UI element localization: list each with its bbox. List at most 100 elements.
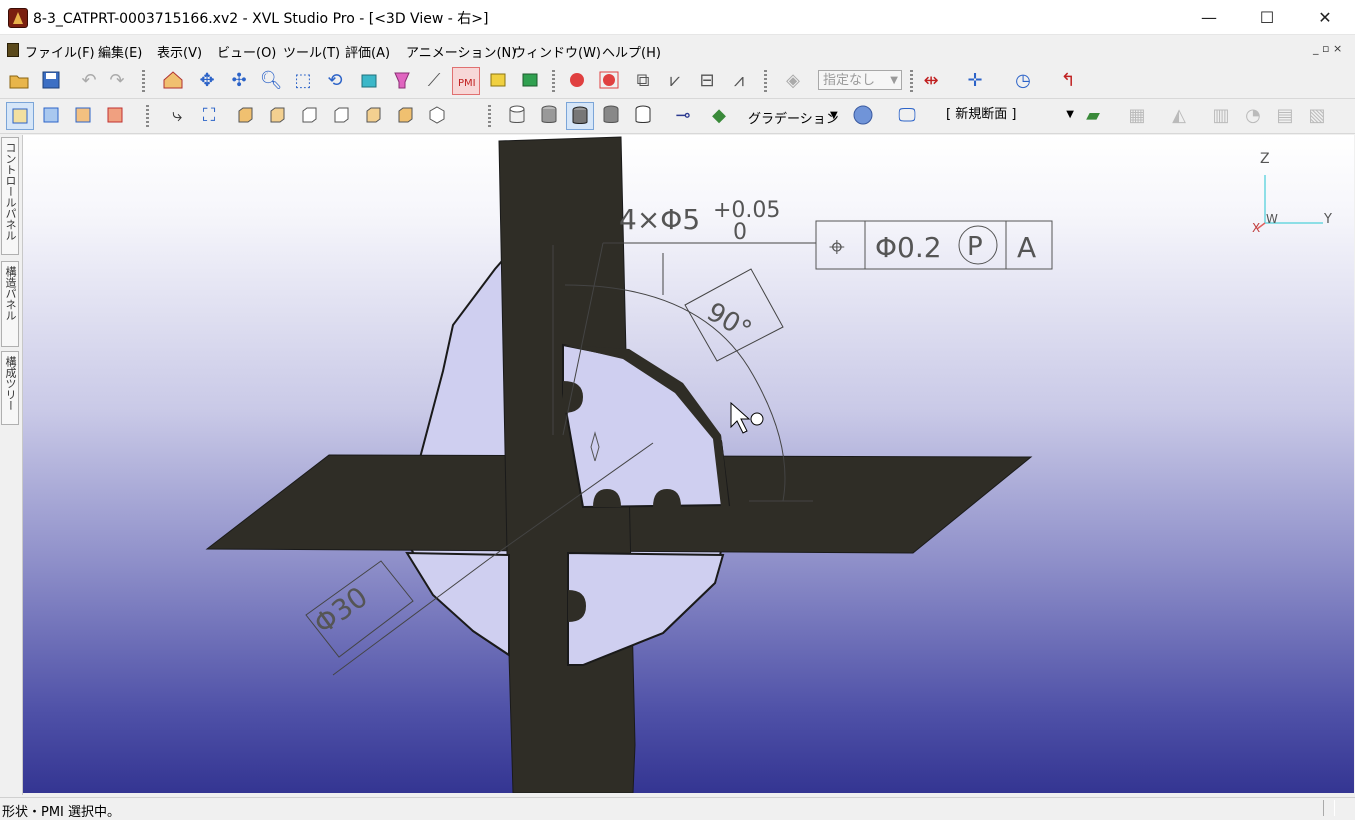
wireframe-icon[interactable]: [504, 102, 530, 128]
disabled-tool-icon[interactable]: ◔: [1240, 102, 1266, 128]
shading-mode-label[interactable]: グラデーション: [748, 108, 839, 127]
menu-animation[interactable]: アニメーション(N): [406, 42, 516, 61]
menu-edit[interactable]: 編集(E): [98, 42, 142, 61]
fly-icon[interactable]: ⤷: [164, 102, 190, 128]
undo-icon[interactable]: ↶: [76, 67, 102, 93]
close-button[interactable]: ✕: [1296, 0, 1354, 34]
toolbar-grip[interactable]: [488, 105, 491, 127]
zoom-icon[interactable]: 🔍︎: [258, 67, 284, 93]
cube-top-icon[interactable]: [360, 102, 386, 128]
selection-combo-value: 指定なし: [823, 73, 876, 88]
window-title: 8-3_CATPRT-0003715166.xv2 - XVL Studio P…: [33, 11, 489, 27]
background-icon[interactable]: ◆: [706, 102, 732, 128]
toolbar-view: ⤷ ⛶ ⊸ ◆ グラデーション ▼ 🖵︎ [ 新規断面 ] ▼ ▰ ▦ ◭ ▥ …: [0, 99, 1355, 134]
menu-viewpoint[interactable]: ビュー(O): [217, 42, 276, 61]
3d-viewport[interactable]: Z X W Y 4×Φ5 +0.05 0 ⌖ Φ0.2 P A 90° Φ30: [23, 135, 1354, 793]
panel-left-icon[interactable]: [6, 102, 34, 130]
toolbar-grip[interactable]: [146, 105, 149, 127]
section-icon[interactable]: ⧉: [630, 67, 656, 93]
menu-help[interactable]: ヘルプ(H): [602, 42, 661, 61]
note-yellow-icon[interactable]: [486, 67, 512, 93]
pmi-fcf-modifier[interactable]: P: [967, 232, 983, 262]
maximize-button[interactable]: ☐: [1238, 0, 1296, 34]
plane-icon[interactable]: ⊟: [694, 67, 720, 93]
panel-tree-icon[interactable]: [70, 102, 96, 128]
line-style-icon[interactable]: ⊸: [670, 102, 696, 128]
measure-icon[interactable]: ⟋: [421, 67, 447, 93]
cube-left-icon[interactable]: [296, 102, 322, 128]
section-plane-icon[interactable]: ▰: [1080, 102, 1106, 128]
home-icon[interactable]: [160, 67, 186, 93]
cube-right-icon[interactable]: [328, 102, 354, 128]
dimension-icon[interactable]: ◈: [780, 67, 806, 93]
sphere-box-icon[interactable]: [596, 67, 622, 93]
menu-bar: ファイル(F) 編集(E) 表示(V) ビュー(O) ツール(T) 評価(A) …: [0, 38, 1355, 62]
outline-icon[interactable]: [630, 102, 656, 128]
shaded-edges-icon[interactable]: [566, 102, 594, 130]
toolbar-main: ↶ ↷ ✥ ✣ 🔍︎ ⬚ ⟲ ⟋ PMI ⧉ ⩗ ⊟ ⩘ ◈ 指定なし ▼ ⇹ …: [0, 64, 1355, 99]
tab-control-panel[interactable]: コントロールパネル: [1, 137, 19, 255]
sphere-blue-icon[interactable]: [850, 102, 876, 128]
cube-bottom-icon[interactable]: [392, 102, 418, 128]
clock-icon[interactable]: ◷: [1010, 67, 1036, 93]
toolbar-grip[interactable]: [764, 70, 767, 92]
move-icon[interactable]: ✛: [962, 67, 988, 93]
pmi-fcf-tolerance[interactable]: Φ0.2: [875, 231, 942, 264]
chevron-down-icon[interactable]: ▼: [830, 110, 838, 121]
menu-window[interactable]: ウィンドウ(W): [513, 42, 601, 61]
plane-x-icon[interactable]: ⩘: [726, 67, 752, 93]
hidden-line-icon[interactable]: [598, 102, 624, 128]
clip-icon[interactable]: ⩗: [662, 67, 688, 93]
axis-y-label: Y: [1323, 212, 1332, 227]
disabled-tool-icon[interactable]: ▤: [1272, 102, 1298, 128]
explode-icon[interactable]: ⇹: [918, 67, 944, 93]
display-icon[interactable]: 🖵︎: [894, 102, 920, 128]
cube-iso-icon[interactable]: [424, 102, 450, 128]
disabled-tool-icon[interactable]: ▥: [1208, 102, 1234, 128]
marker-pink-icon[interactable]: [389, 67, 415, 93]
disabled-tool-icon[interactable]: ◭: [1166, 102, 1192, 128]
fit-icon[interactable]: ⟲: [322, 67, 348, 93]
menu-evaluate[interactable]: 評価(A): [345, 42, 390, 61]
tab-structure-tree[interactable]: 構成ツリー: [1, 351, 19, 425]
cube-cyan-icon[interactable]: [357, 67, 383, 93]
zoom-window-icon[interactable]: ⬚: [290, 67, 316, 93]
pmi-fcf-datum[interactable]: A: [1017, 231, 1036, 264]
disabled-tool-icon[interactable]: ▧: [1304, 102, 1330, 128]
toolbar-grip[interactable]: [142, 70, 145, 92]
pmi-diameter[interactable]: Φ30: [308, 580, 374, 641]
pmi-hole-callout[interactable]: 4×Φ5: [619, 203, 700, 236]
pmi-tolerance-lower[interactable]: 0: [733, 220, 747, 245]
pan-icon[interactable]: ✥: [194, 67, 220, 93]
minimize-button[interactable]: —: [1180, 0, 1238, 34]
menu-view[interactable]: 表示(V): [157, 42, 202, 61]
section-combo[interactable]: [ 新規断面 ] ▼: [942, 105, 1077, 125]
menu-tools[interactable]: ツール(T): [283, 42, 340, 61]
tab-structure-panel[interactable]: 構造パネル: [1, 261, 19, 347]
pmi-position-symbol[interactable]: ⌖: [829, 230, 845, 263]
disabled-tool-icon[interactable]: ▦: [1124, 102, 1150, 128]
panel-export-icon[interactable]: [102, 102, 128, 128]
toolbar-grip[interactable]: [552, 70, 555, 92]
sphere-icon[interactable]: [564, 67, 590, 93]
pmi-angle[interactable]: 90°: [702, 297, 757, 346]
panel-image-icon[interactable]: [38, 102, 64, 128]
resize-grip[interactable]: [1323, 800, 1335, 816]
shaded-icon[interactable]: [536, 102, 562, 128]
rotate-icon[interactable]: ✣: [226, 67, 252, 93]
svg-text:PMI: PMI: [458, 78, 476, 89]
fit-all-icon[interactable]: ⛶: [196, 102, 222, 128]
redo-icon[interactable]: ↷: [104, 67, 130, 93]
cube-front-icon[interactable]: [232, 102, 258, 128]
mdi-controls[interactable]: _ ▫ ×: [1313, 42, 1342, 55]
menu-file[interactable]: ファイル(F): [25, 42, 95, 61]
selection-combo[interactable]: 指定なし ▼: [818, 70, 902, 90]
pmi-icon[interactable]: PMI: [452, 67, 480, 95]
toolbar-grip[interactable]: [910, 70, 913, 92]
note-green-icon[interactable]: [518, 67, 544, 93]
cube-back-icon[interactable]: [264, 102, 290, 128]
document-icon[interactable]: [7, 43, 19, 57]
open-icon[interactable]: [6, 67, 32, 93]
save-icon[interactable]: [38, 67, 64, 93]
history-icon[interactable]: ↰: [1055, 67, 1081, 93]
